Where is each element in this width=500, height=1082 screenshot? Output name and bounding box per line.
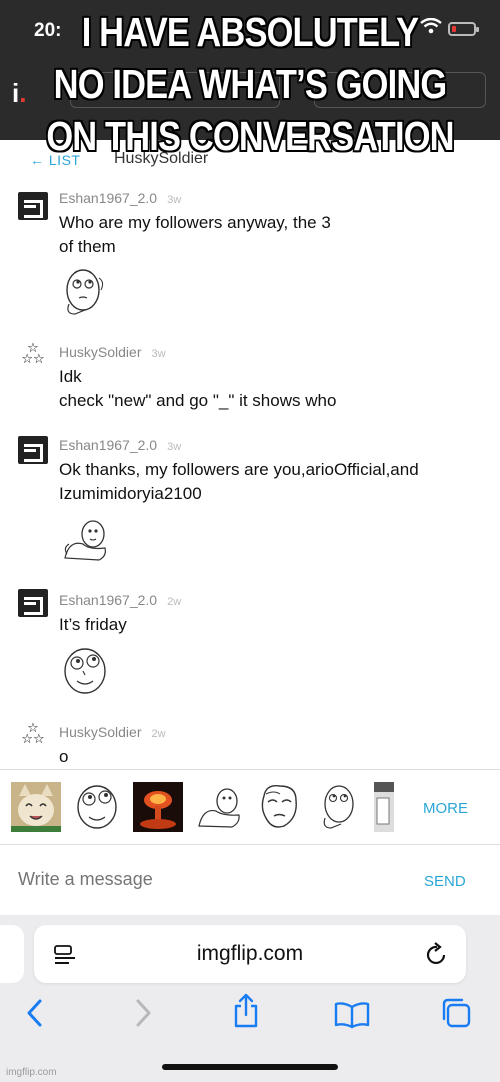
sender-name: HuskySoldier [59,344,142,360]
message-body: It’s friday [59,613,459,637]
stars-icon[interactable]: ☆ ☆☆ [18,341,48,370]
message-input[interactable] [18,869,398,890]
address-bar[interactable]: imgflip.com [34,925,466,983]
more-memes-button[interactable]: MORE [423,800,468,817]
imgflip-logo[interactable]: i. [12,78,26,109]
previous-tab-peek[interactable] [0,925,24,983]
message-body: o [59,745,459,769]
url-text: imgflip.com [196,942,304,965]
message-line: o [59,747,69,766]
smiling-cat-icon[interactable] [11,782,61,832]
nuclear-explosion-icon[interactable] [133,782,183,832]
thinking-face-icon[interactable] [59,266,109,318]
message-sender[interactable]: Eshan1967_2.0 2w [59,592,181,608]
home-indicator [162,1064,338,1070]
tabs-icon[interactable] [440,997,472,1029]
square-logo-icon[interactable] [18,192,48,220]
message-time: 2w [151,728,166,740]
square-logo-icon[interactable] [18,436,48,464]
caption-line: NO IDEA WHAT’S GOING [53,61,447,107]
message-composer: SEND [0,845,500,915]
message-time: 3w [151,348,166,360]
caption-line: I HAVE ABSOLUTELY [81,9,419,55]
message-body: Who are my followers anyway, the 3 of th… [59,211,459,259]
stars-icon[interactable]: ☆ ☆☆ [18,721,48,750]
message-line: Ok thanks, my followers are you,arioOffi… [59,460,419,479]
message-sender[interactable]: HuskySoldier 3w [59,344,166,360]
bookmarks-icon[interactable] [334,1001,370,1029]
message-line: check "new" and go "_" it shows who [59,391,337,410]
message-sender[interactable]: Eshan1967_2.0 3w [59,190,181,206]
send-button[interactable]: SEND [424,873,466,890]
okay-face-icon[interactable] [254,782,304,832]
square-logo-icon[interactable] [18,589,48,617]
browser-toolbar: imgflip.com imgflip.com [0,915,500,1082]
hugging-face-icon[interactable] [194,782,244,832]
message-line: It’s friday [59,615,127,634]
reload-icon[interactable] [426,942,448,966]
imgflip-watermark: imgflip.com [6,1067,57,1078]
caption-line: ON THIS CONVERSATION [46,113,454,159]
message-line: Izumimidoryia2100 [59,484,202,503]
meme-picker: MORE [0,769,500,845]
sender-name: Eshan1967_2.0 [59,190,158,206]
sender-name: Eshan1967_2.0 [59,437,158,453]
message-sender[interactable]: Eshan1967_2.0 3w [59,437,181,453]
message-time: 2w [167,596,182,608]
thinking-face-icon[interactable] [315,782,365,832]
share-icon[interactable] [232,993,260,1029]
message-line: of them [59,237,116,256]
message-line: Who are my followers anyway, the 3 [59,213,331,232]
sender-name: Eshan1967_2.0 [59,592,158,608]
sender-name: HuskySoldier [59,724,142,740]
message-time: 3w [167,441,182,453]
forward-arrow-icon[interactable] [132,997,154,1029]
message-body: Idk check "new" and go "_" it shows who [59,365,459,413]
partial-meme-icon[interactable] [374,782,394,832]
back-arrow-icon[interactable] [24,997,46,1029]
message-sender[interactable]: HuskySoldier 2w [59,724,166,740]
derp-smile-face-icon[interactable] [59,645,111,697]
meme-caption: I HAVE ABSOLUTELY NO IDEA WHAT’S GOING O… [40,6,460,162]
hugging-face-icon[interactable] [59,514,111,566]
message-line: Idk [59,367,82,386]
message-body: Ok thanks, my followers are you,arioOffi… [59,458,459,506]
derp-smile-face-icon[interactable] [72,782,122,832]
message-time: 3w [167,194,182,206]
